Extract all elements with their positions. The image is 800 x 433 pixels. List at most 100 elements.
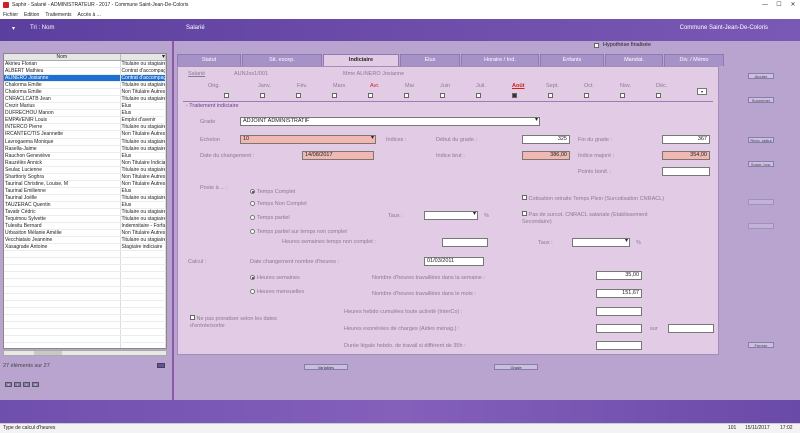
radio-temps-partiel[interactable]: Temps partiel	[250, 215, 290, 221]
column-header-type[interactable]	[121, 54, 166, 60]
date-nb-heures-field[interactable]: 01/03/2011	[424, 257, 484, 266]
menu-traitements[interactable]: Traitements	[45, 12, 71, 18]
hebdo-interco-field[interactable]	[596, 307, 642, 316]
cotisation-checkbox[interactable]: Cotisation retraite Temps Plein (Surcoti…	[522, 195, 664, 202]
month-selector-juil[interactable]	[476, 93, 481, 100]
recp-statut-button[interactable]: Recp. statut	[748, 137, 774, 143]
echelon-select[interactable]: 10	[240, 135, 376, 144]
tab-div-memo[interactable]: Div. / Mémo	[664, 54, 724, 66]
tab-horaire[interactable]: Horaire / Ind.	[461, 54, 539, 66]
table-row[interactable]: Rauchon Geneviève Elus	[4, 152, 166, 160]
table-row[interactable]: CNRACLCATB Jean Titulaire ou stagiaire	[4, 96, 166, 104]
month-selector-mars[interactable]	[332, 93, 337, 100]
menu-acces[interactable]: Accès à ...	[78, 12, 101, 18]
tab-statut[interactable]: Statut	[177, 54, 241, 66]
duree-legale-field[interactable]	[596, 341, 642, 350]
list-options-icon[interactable]	[157, 363, 165, 368]
table-row[interactable]: IRCANTEC/TIS Jeannette Non Titulaire Autr…	[4, 131, 166, 139]
disabled-button-2[interactable]	[748, 223, 774, 229]
menu-edition[interactable]: Edition	[24, 12, 39, 18]
table-row[interactable]: Lavrogaema Monique Titulaire ou stagiaire	[4, 138, 166, 146]
month-selector-avr[interactable]	[368, 93, 373, 100]
table-row[interactable]: Tequimou Sylvette Titulaire ou stagiaire	[4, 216, 166, 224]
supprimer-button[interactable]: Supprimer	[748, 97, 774, 103]
tab-indiciaire[interactable]: Indiciaire	[323, 54, 399, 66]
month-selector-mai[interactable]	[404, 93, 409, 100]
radio-temps-complet[interactable]: Temps Complet	[250, 189, 295, 195]
table-row[interactable]: Tavatir Cédric Titulaire ou stagiaire	[4, 208, 166, 217]
month-selector-dec[interactable]	[656, 93, 661, 100]
table-row[interactable]: Taurinal Christine, Louise, M Non Titulai…	[4, 180, 166, 188]
month-selector-fev[interactable]	[296, 93, 301, 100]
maximize-button[interactable]: ☐	[772, 0, 786, 10]
first-record-icon[interactable]: «	[5, 382, 12, 387]
month-selector-aout[interactable]	[512, 93, 517, 100]
radio-temps-non-complet[interactable]: Temps Non Complet	[250, 201, 307, 207]
table-row[interactable]: Urbasiton Mélanie Amélie Non Titulaire Au…	[4, 230, 166, 238]
next-record-icon[interactable]: ›	[23, 382, 30, 387]
table-row[interactable]: Sharttoriy Soghra Non Titulaire Autres	[4, 173, 166, 181]
radio-heures-mensuelles[interactable]: Heures mensuelles	[250, 289, 304, 295]
tab-mandat[interactable]: Mandat.	[605, 54, 663, 66]
fermer-button[interactable]: Fermer	[748, 342, 774, 348]
grade-button[interactable]: Grade	[494, 364, 538, 370]
points-bonif-field[interactable]	[662, 167, 710, 176]
exonerees-sur-field[interactable]	[668, 324, 714, 333]
table-row[interactable]: Xasagrade Antoine Stagiaire indiciaire	[4, 244, 166, 252]
month-options-icon[interactable]: ▾	[697, 88, 707, 95]
table-row[interactable]: Crezir Marius Elus	[4, 103, 166, 111]
nb-mois-field[interactable]: 151,67	[596, 289, 642, 298]
indice-brut-field[interactable]: 386,00	[522, 151, 570, 160]
radio-temps-partiel-tnc[interactable]: Temps partiel sur temps non complet	[250, 229, 347, 235]
minimize-button[interactable]: —	[758, 0, 772, 10]
horizontal-scrollbar[interactable]	[3, 350, 167, 356]
menu-fichier[interactable]: Fichier	[3, 12, 18, 18]
table-row[interactable]: Rasella-Jaime Titulaire ou stagiaire	[4, 145, 166, 153]
indice-majore-field[interactable]: 354,00	[662, 151, 710, 160]
taux-select[interactable]	[424, 211, 478, 220]
dropdown-caret-icon[interactable]: ▾	[12, 25, 15, 32]
nb-semaine-field[interactable]: 35,00	[596, 271, 642, 280]
table-row[interactable]: INTERCO Pierre Titulaire ou stagiaire	[4, 124, 166, 132]
table-row[interactable]: Vecchiataio Jeannine Titulaire ou stagiai…	[4, 237, 166, 245]
fin-grade-field[interactable]: 367	[662, 135, 710, 144]
hypothese-checkbox[interactable]: Hypothèse finalisée	[594, 42, 651, 48]
prev-record-icon[interactable]: ‹	[14, 382, 21, 387]
tab-enfants[interactable]: Enfants	[540, 54, 604, 66]
month-selector-janv[interactable]	[260, 93, 265, 100]
proratiser-checkbox[interactable]: Ne pas proratiser selon les dates d'entr…	[190, 315, 282, 330]
disabled-button-1[interactable]	[748, 199, 774, 205]
hypothese-checkbox-box[interactable]	[594, 42, 599, 48]
grade-select[interactable]: ADJOINT ADMINISTRATIF	[240, 117, 540, 126]
month-selector-juin[interactable]	[440, 93, 445, 100]
ajouter-button[interactable]: Ajouter	[748, 73, 774, 79]
table-row[interactable]: Taurinal Joëlle Titulaire ou stagiaire	[4, 194, 166, 202]
table-row[interactable]: Chalorma Emilie Non Titulaire Autres	[4, 89, 166, 97]
sort-label[interactable]: Tri : Nom	[30, 25, 54, 31]
taux2-select[interactable]	[572, 238, 630, 247]
radio-heures-semaines[interactable]: Heures semaines	[250, 275, 300, 281]
table-row[interactable]: DUFRECHOU Manon Elus	[4, 110, 166, 118]
table-row[interactable]: ALBERT Mathieu Contrat d'accompag	[4, 68, 166, 76]
table-row[interactable]: Seulac Lucienne Titulaire ou stagiaire	[4, 166, 166, 174]
debut-grade-field[interactable]: 325	[522, 135, 570, 144]
table-row[interactable]: TAUZERAC Quentin Elus	[4, 201, 166, 209]
last-record-icon[interactable]: »	[32, 382, 39, 387]
month-selector-orig[interactable]	[224, 93, 229, 100]
date-changement-field[interactable]: 14/08/2017	[302, 151, 374, 160]
table-row[interactable]: Akirieu Florian Titulaire ou stagiaire	[4, 61, 166, 69]
table-row[interactable]: ALINERO Josianne Contrat d'accompag	[4, 75, 166, 83]
tab-elus[interactable]: Elus	[400, 54, 460, 66]
tab-sit-excep[interactable]: Sit. excep.	[242, 54, 322, 66]
variables-button[interactable]: Variables	[304, 364, 348, 370]
table-row[interactable]: Tulesitu Bernard Indemnitaire - Forfa	[4, 223, 166, 231]
table-row[interactable]: Chalorma Emilie Titulaire ou stagiaire	[4, 82, 166, 90]
table-row[interactable]: Rauzélès Annick Non Titulaire Indicia	[4, 159, 166, 167]
column-header-nom[interactable]: Nom	[4, 54, 121, 60]
month-selector-sept[interactable]	[548, 93, 553, 100]
month-selector-oct[interactable]	[584, 93, 589, 100]
suppr-hyp-button[interactable]: Suppr. hyp.	[748, 161, 774, 167]
pas-surcot-checkbox[interactable]: Pas de surcot. CNRACL salariale (Etablis…	[522, 211, 672, 226]
scrollbar-thumb[interactable]	[34, 351, 62, 355]
month-selector-nov[interactable]	[620, 93, 625, 100]
